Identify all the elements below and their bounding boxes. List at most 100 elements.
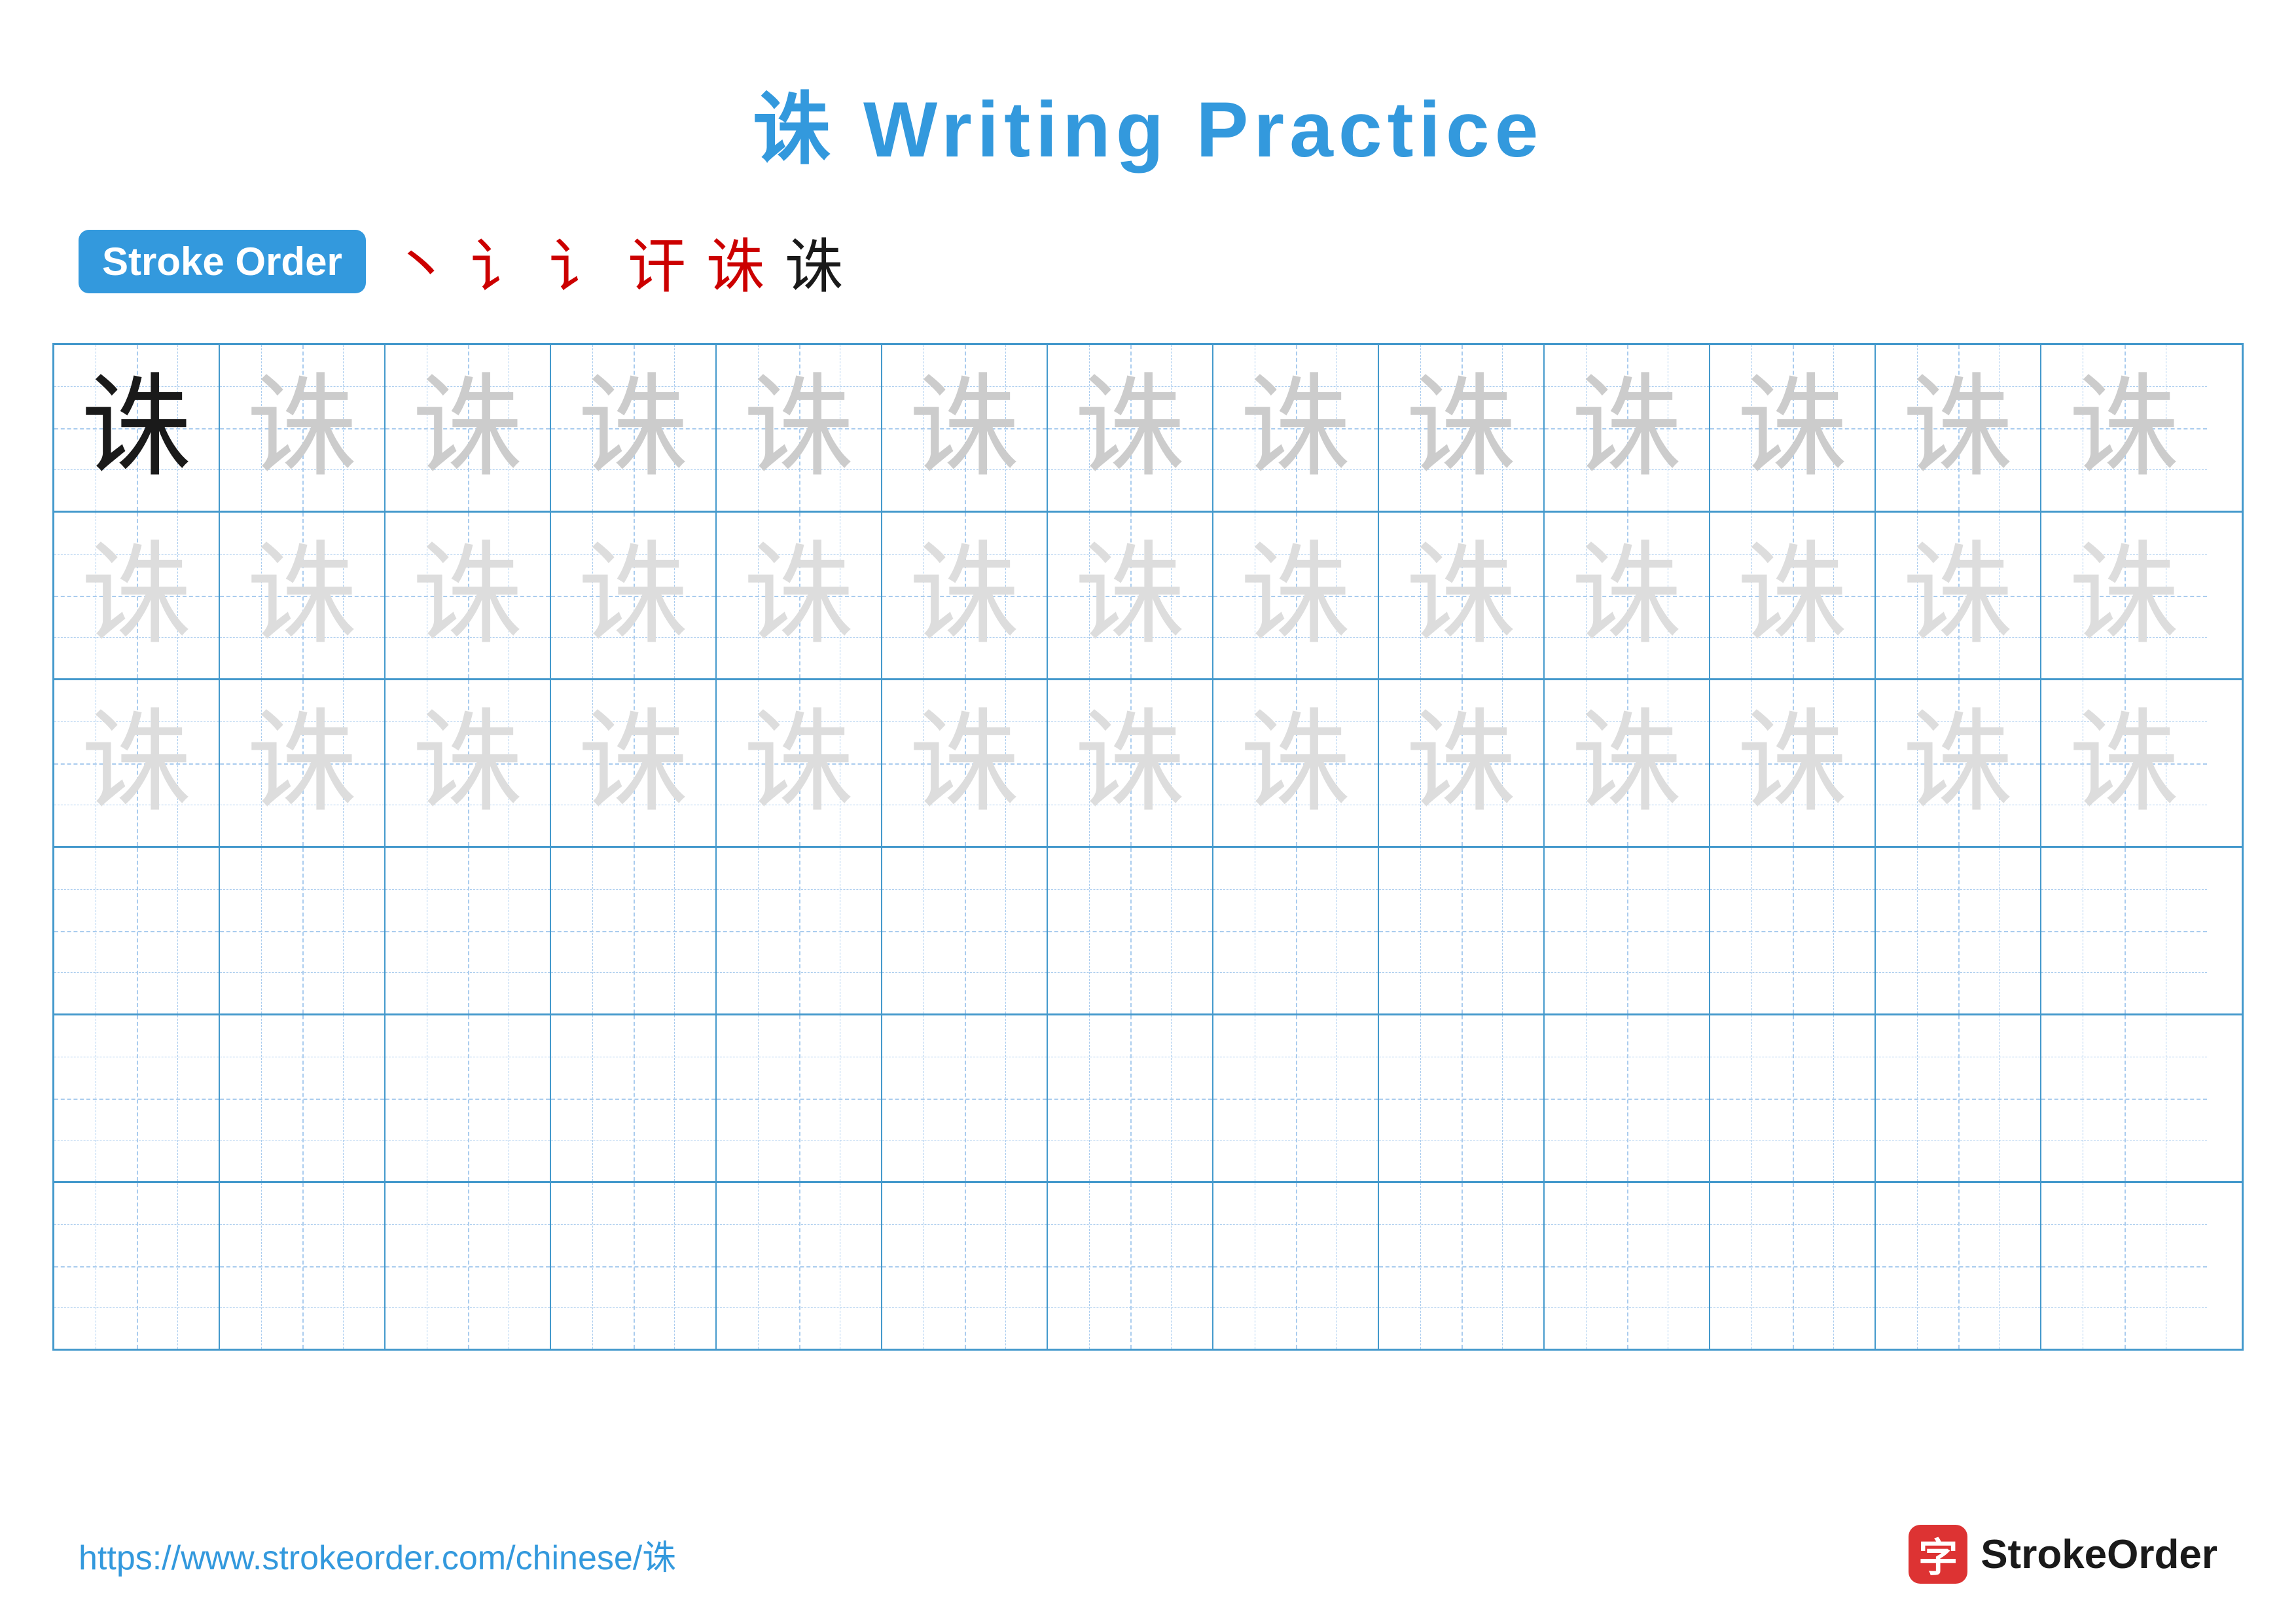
grid-cell[interactable] <box>1048 848 1213 1013</box>
char-display: 诛 <box>1736 540 1848 651</box>
grid-cell[interactable] <box>551 848 717 1013</box>
grid-cell[interactable] <box>1876 1015 2041 1181</box>
grid-cell[interactable] <box>1710 1015 1876 1181</box>
grid-cell: 诛 <box>54 680 220 846</box>
grid-cell[interactable] <box>882 848 1048 1013</box>
char-display: 诛 <box>246 708 357 819</box>
grid-cell[interactable] <box>1710 1183 1876 1349</box>
grid-cell[interactable] <box>1048 1015 1213 1181</box>
grid-cell: 诛 <box>1876 345 2041 511</box>
char-display: 诛 <box>1240 540 1351 651</box>
grid-cell[interactable] <box>1545 848 1710 1013</box>
char-display: 诛 <box>1902 373 2013 484</box>
grid-cell[interactable] <box>1048 1183 1213 1349</box>
grid-cell: 诛 <box>54 345 220 511</box>
grid-cell[interactable] <box>1876 848 2041 1013</box>
grid-cell[interactable] <box>54 1015 220 1181</box>
grid-cell[interactable] <box>386 1183 551 1349</box>
grid-cell: 诛 <box>882 513 1048 678</box>
grid-cell[interactable] <box>1213 848 1379 1013</box>
grid-cell[interactable] <box>54 848 220 1013</box>
stroke-4: 讦 <box>628 219 687 304</box>
grid-cell[interactable] <box>2041 848 2207 1013</box>
grid-cell[interactable] <box>551 1183 717 1349</box>
grid-cell[interactable] <box>1213 1015 1379 1181</box>
grid-cell[interactable] <box>551 1015 717 1181</box>
char-display: 诛 <box>1405 540 1516 651</box>
char-display: 诛 <box>1405 373 1516 484</box>
grid-cell: 诛 <box>717 513 882 678</box>
grid-cell[interactable] <box>220 1183 386 1349</box>
grid-cell: 诛 <box>882 680 1048 846</box>
grid-cell: 诛 <box>551 680 717 846</box>
stroke-order-badge: Stroke Order <box>79 230 366 293</box>
grid-cell[interactable] <box>717 1015 882 1181</box>
char-display: 诛 <box>908 373 1020 484</box>
char-display: 诛 <box>1736 708 1848 819</box>
char-display: 诛 <box>412 373 523 484</box>
grid-cell[interactable] <box>882 1015 1048 1181</box>
grid-row-3: 诛 诛 诛 诛 诛 诛 诛 诛 <box>54 680 2242 848</box>
char-display: 诛 <box>908 708 1020 819</box>
char-display: 诛 <box>246 540 357 651</box>
grid-cell: 诛 <box>1379 513 1545 678</box>
grid-cell[interactable] <box>1379 848 1545 1013</box>
grid-cell[interactable] <box>54 1183 220 1349</box>
stroke-6: 诛 <box>785 219 844 304</box>
char-display: 诛 <box>1405 708 1516 819</box>
char-display: 诛 <box>1240 708 1351 819</box>
grid-cell: 诛 <box>2041 513 2207 678</box>
char-display: 诛 <box>743 373 854 484</box>
char-display: 诛 <box>1074 540 1185 651</box>
grid-cell: 诛 <box>1379 680 1545 846</box>
grid-cell: 诛 <box>1876 513 2041 678</box>
char-display: 诛 <box>1571 373 1682 484</box>
footer-url[interactable]: https://www.strokeorder.com/chinese/诛 <box>79 1530 676 1579</box>
grid-cell: 诛 <box>1876 680 2041 846</box>
grid-cell[interactable] <box>1545 1183 1710 1349</box>
grid-cell: 诛 <box>220 680 386 846</box>
stroke-1: 丶 <box>392 219 451 304</box>
char-display: 诛 <box>246 373 357 484</box>
grid-cell[interactable] <box>2041 1183 2207 1349</box>
char-display: 诛 <box>1240 373 1351 484</box>
grid-cell[interactable] <box>1213 1183 1379 1349</box>
grid-cell: 诛 <box>220 345 386 511</box>
grid-cell[interactable] <box>1379 1183 1545 1349</box>
grid-cell: 诛 <box>386 345 551 511</box>
char-display: 诛 <box>577 540 689 651</box>
grid-cell[interactable] <box>1545 1015 1710 1181</box>
char-display: 诛 <box>1736 373 1848 484</box>
char-display: 诛 <box>908 540 1020 651</box>
char-display: 诛 <box>577 373 689 484</box>
grid-cell[interactable] <box>1710 848 1876 1013</box>
char-display: 诛 <box>81 540 192 651</box>
stroke-sequence: 丶 讠 讠 讦 诛 诛 <box>392 219 844 304</box>
grid-cell[interactable] <box>386 848 551 1013</box>
practice-grid: 诛 诛 诛 诛 诛 诛 诛 诛 <box>52 343 2244 1351</box>
char-display: 诛 <box>1571 540 1682 651</box>
grid-cell[interactable] <box>717 848 882 1013</box>
char-display: 诛 <box>1074 373 1185 484</box>
grid-cell[interactable] <box>1876 1183 2041 1349</box>
grid-cell[interactable] <box>220 1015 386 1181</box>
footer-logo: 字 StrokeOrder <box>1909 1525 2217 1584</box>
grid-cell[interactable] <box>717 1183 882 1349</box>
char-display: 诛 <box>2068 708 2179 819</box>
grid-cell: 诛 <box>1048 513 1213 678</box>
grid-cell[interactable] <box>386 1015 551 1181</box>
grid-cell[interactable] <box>882 1183 1048 1349</box>
strokeorder-logo-icon: 字 <box>1909 1525 1967 1584</box>
grid-cell: 诛 <box>717 680 882 846</box>
grid-cell[interactable] <box>220 848 386 1013</box>
char-display: 诛 <box>577 708 689 819</box>
grid-cell: 诛 <box>1710 513 1876 678</box>
grid-cell: 诛 <box>1545 680 1710 846</box>
char-display: 诛 <box>2068 540 2179 651</box>
grid-row-4 <box>54 848 2242 1015</box>
grid-row-1: 诛 诛 诛 诛 诛 诛 诛 诛 <box>54 345 2242 513</box>
grid-cell[interactable] <box>1379 1015 1545 1181</box>
grid-cell: 诛 <box>717 345 882 511</box>
grid-cell[interactable] <box>2041 1015 2207 1181</box>
grid-cell: 诛 <box>551 345 717 511</box>
